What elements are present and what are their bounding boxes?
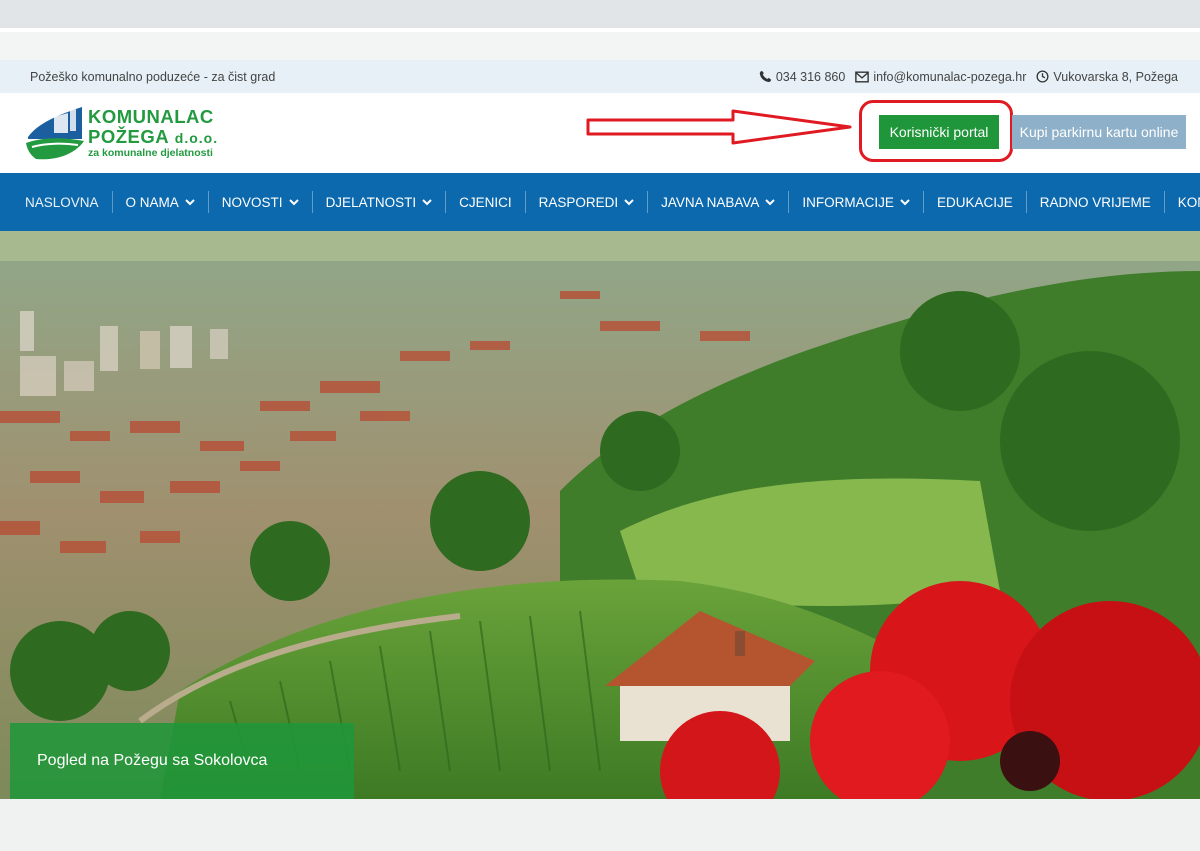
contact-info: 034 316 860 info@komunalac-pozega.hr Vuk… bbox=[759, 70, 1178, 84]
nav-item-o-nama[interactable]: O NAMA bbox=[113, 191, 209, 213]
chevron-down-icon bbox=[624, 198, 634, 205]
tagline: Požeško komunalno poduzeće - za čist gra… bbox=[30, 69, 276, 84]
email-link[interactable]: info@komunalac-pozega.hr bbox=[855, 70, 1026, 84]
main-nav: NASLOVNA O NAMA NOVOSTI DJELATNOSTI CJEN… bbox=[0, 173, 1200, 231]
browser-chrome bbox=[0, 0, 1200, 28]
site-logo[interactable]: KOMUNALAC POŽEGA d.o.o. za komunalne dje… bbox=[24, 103, 224, 165]
phone-number: 034 316 860 bbox=[775, 69, 846, 84]
clock-icon bbox=[1036, 70, 1049, 83]
annotation-arrow bbox=[586, 109, 852, 145]
page-margin bbox=[0, 32, 1200, 60]
nav-item-cjenici[interactable]: CJENICI bbox=[446, 191, 526, 213]
email-address: info@komunalac-pozega.hr bbox=[873, 69, 1027, 84]
nav-item-rasporedi[interactable]: RASPOREDI bbox=[526, 191, 649, 213]
chevron-down-icon bbox=[288, 198, 299, 205]
hero-caption: Pogled na Požegu sa Sokolovca bbox=[10, 723, 354, 799]
chevron-down-icon bbox=[185, 198, 195, 205]
nav-item-javna-nabava[interactable]: JAVNA NABAVA bbox=[648, 191, 790, 213]
buy-parking-button[interactable]: Kupi parkirnu kartu online bbox=[1012, 115, 1186, 149]
nav-item-novosti[interactable]: NOVOSTI bbox=[209, 191, 313, 213]
envelope-icon bbox=[855, 70, 870, 83]
nav-item-kontakt[interactable]: KONTAKT bbox=[1165, 191, 1200, 213]
top-info-bar: Požeško komunalno poduzeće - za čist gra… bbox=[0, 60, 1200, 93]
nav-item-informacije[interactable]: INFORMACIJE bbox=[789, 191, 924, 213]
nav-item-radno-vrijeme[interactable]: RADNO VRIJEME bbox=[1027, 191, 1165, 213]
nav-item-edukacije[interactable]: EDUKACIJE bbox=[924, 191, 1027, 213]
logo-line-3: za komunalne djelatnosti bbox=[88, 147, 213, 159]
logo-suffix: d.o.o. bbox=[174, 130, 219, 146]
chevron-down-icon bbox=[900, 198, 910, 205]
chevron-down-icon bbox=[422, 198, 432, 205]
nav-item-djelatnosti[interactable]: DJELATNOSTI bbox=[313, 191, 447, 213]
chevron-down-icon bbox=[765, 198, 776, 205]
logo-text: KOMUNALAC POŽEGA d.o.o. za komunalne dje… bbox=[88, 107, 218, 159]
hero-image bbox=[0, 231, 1200, 799]
page-bottom-margin bbox=[0, 799, 1200, 851]
logo-line-2: POŽEGA d.o.o. bbox=[88, 126, 219, 147]
address-item: Vukovarska 8, Požega bbox=[1036, 70, 1178, 84]
phone-icon bbox=[759, 70, 771, 83]
user-portal-button[interactable]: Korisnički portal bbox=[879, 115, 999, 149]
nav-item-naslovna[interactable]: NASLOVNA bbox=[12, 191, 113, 213]
logo-line-1: KOMUNALAC bbox=[88, 106, 214, 127]
hero-landscape bbox=[0, 231, 1200, 799]
address-text: Vukovarska 8, Požega bbox=[1053, 69, 1178, 84]
logo-emblem-icon bbox=[26, 107, 84, 160]
phone-link[interactable]: 034 316 860 bbox=[759, 69, 846, 84]
